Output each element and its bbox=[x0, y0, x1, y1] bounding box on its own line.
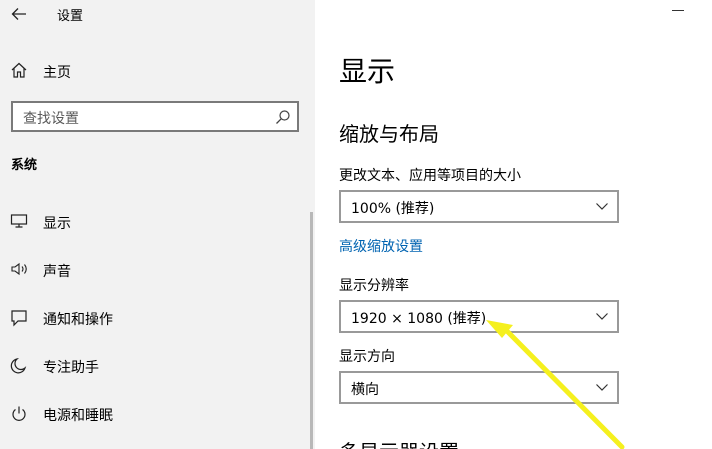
yellow-arrow-annotation bbox=[486, 320, 625, 449]
